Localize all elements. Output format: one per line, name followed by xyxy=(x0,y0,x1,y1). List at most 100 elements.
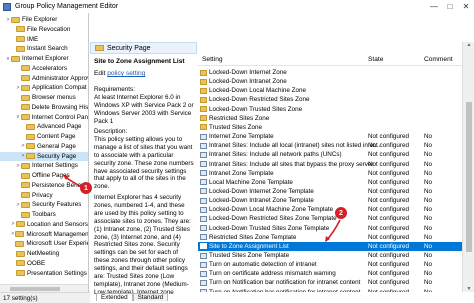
setting-state: Not configured xyxy=(368,270,409,278)
tree-item[interactable]: v Internet Explorer xyxy=(0,54,88,63)
setting-comment: No xyxy=(424,270,433,278)
list-item[interactable]: Turn on automatic detection of intranet N… xyxy=(198,260,462,269)
list-item[interactable]: Locked-Down Internet Zone Template Not co… xyxy=(198,187,462,196)
tree-item-label: Instant Search xyxy=(27,45,68,53)
folder-icon xyxy=(200,69,207,76)
list-item[interactable]: Intranet Sites: Include all network path… xyxy=(198,150,462,159)
chevron-down-icon[interactable]: v xyxy=(15,114,21,120)
policy-setting-icon xyxy=(200,252,207,259)
column-state[interactable]: State xyxy=(368,56,383,63)
list-item[interactable]: Turn on Notification bar notification fo… xyxy=(198,278,462,287)
list-item[interactable]: Internet Zone Template Not configured No xyxy=(198,132,462,141)
tree-item[interactable]: File Revocation xyxy=(0,25,88,34)
tab-standard[interactable]: Standard xyxy=(132,293,169,301)
column-setting[interactable]: Setting xyxy=(202,56,223,63)
policy-tree[interactable]: > File Explorer File Revocation IME Instant … xyxy=(0,13,89,292)
tree-item[interactable]: v Internet Control Panel xyxy=(0,113,88,122)
tree-item-label: Internet Settings xyxy=(32,162,78,170)
setting-comment: No xyxy=(424,151,433,159)
tree-item[interactable]: Microsoft User Experienc xyxy=(0,239,88,248)
column-comment[interactable]: Comment xyxy=(424,56,453,63)
close-button[interactable]: ✕ xyxy=(458,0,474,13)
tree-item[interactable]: Content Page xyxy=(0,132,88,141)
list-item[interactable]: Intranet Zone Template Not configured No xyxy=(198,169,462,178)
tree-item[interactable]: > General Page xyxy=(0,142,88,151)
setting-name: Locked-Down Trusted Sites Zone xyxy=(209,105,303,113)
folder-icon xyxy=(15,231,25,237)
maximize-button[interactable]: □ xyxy=(442,0,458,13)
list-item[interactable]: Locked-Down Local Machine Zone Template N… xyxy=(198,205,462,214)
setting-name: Locked-Down Restricted Sites Zone Templa… xyxy=(209,215,337,223)
policy-setting-icon xyxy=(200,270,207,277)
scroll-up-icon[interactable]: ▲ xyxy=(463,42,474,48)
list-item[interactable]: Trusted Sites Zone xyxy=(198,123,462,132)
tree-item[interactable]: Administrator Approv xyxy=(0,74,88,83)
tree-item[interactable]: > Security Features xyxy=(0,200,88,209)
list-item[interactable]: Restricted Sites Zone xyxy=(198,114,462,123)
minimize-button[interactable]: — xyxy=(426,0,442,13)
list-item[interactable]: Locked-Down Local Machine Zone xyxy=(198,86,462,95)
folder-icon xyxy=(20,104,30,111)
tree-item-label: Toolbars xyxy=(32,211,56,218)
tree-item[interactable]: >Microsoft Management C xyxy=(0,230,88,239)
folder-icon xyxy=(21,65,30,72)
tree-horizontal-scrollbar[interactable] xyxy=(0,284,88,292)
folder-icon xyxy=(21,94,30,101)
list-item[interactable]: Locked-Down Intranet Zone Template Not co… xyxy=(198,196,462,205)
tree-item[interactable]: > Internet Settings xyxy=(0,161,88,170)
list-item[interactable]: Locked-Down Restricted Sites Zone xyxy=(198,95,462,104)
scroll-thumb[interactable] xyxy=(466,102,472,252)
setting-comment: No xyxy=(424,178,433,186)
tree-item[interactable]: > Security Page xyxy=(0,151,88,161)
folder-icon xyxy=(16,270,25,276)
tree-item[interactable]: IME xyxy=(0,35,88,44)
setting-name: Intranet Sites: Include all network path… xyxy=(209,151,342,159)
description-text-continued: Internet Explorer has 4 security zones, … xyxy=(94,194,191,296)
folder-icon xyxy=(200,115,207,122)
tree-item[interactable]: Accelerators xyxy=(0,64,88,73)
list-header: Setting State Comment xyxy=(198,54,462,66)
policy-setting-icon xyxy=(200,215,207,222)
tree-item[interactable]: Instant Search xyxy=(0,44,88,53)
list-vertical-scrollbar[interactable]: ▲ ▼ xyxy=(462,42,474,292)
tree-item[interactable]: > Application Compat xyxy=(0,83,88,92)
folder-icon xyxy=(200,124,207,131)
tree-item[interactable]: Toolbars xyxy=(0,210,88,219)
setting-state: Not configured xyxy=(368,197,409,205)
tree-item[interactable]: Presentation Settings xyxy=(0,269,88,278)
list-item[interactable]: Intranet Sites: Include all sites that b… xyxy=(198,160,462,169)
tree-item[interactable]: NetMeeting xyxy=(0,249,88,258)
list-item[interactable]: Intranet Sites: Include all local (intra… xyxy=(198,141,462,150)
list-item[interactable]: Locked-Down Intranet Zone xyxy=(198,77,462,86)
list-item[interactable]: Turn on certificate address mismatch war… xyxy=(198,269,462,278)
tree-item[interactable]: > File Explorer xyxy=(0,15,88,24)
list-item[interactable]: Locked-Down Trusted Sites Zone Template N… xyxy=(198,224,462,233)
list-item[interactable]: Locked-Down Trusted Sites Zone xyxy=(198,105,462,114)
settings-list[interactable]: Setting State Comment Locked-Down Intern… xyxy=(198,42,462,292)
tree-item[interactable]: Persistence Behavior xyxy=(0,181,88,190)
tree-item[interactable]: Browser menus xyxy=(0,93,88,102)
tree-item-label: NetMeeting xyxy=(27,250,60,257)
tree-item[interactable]: > Location and Sensors xyxy=(0,220,88,229)
tree-item[interactable]: Delete Browsing Histo xyxy=(0,103,88,112)
edit-policy-link[interactable]: policy setting xyxy=(107,70,145,77)
list-item[interactable]: Restricted Sites Zone Template Not config… xyxy=(198,233,462,242)
window-title: Group Policy Management Editor xyxy=(15,3,119,10)
folder-icon xyxy=(200,96,207,103)
tree-item[interactable]: Advanced Page xyxy=(0,122,88,131)
list-item[interactable]: Locked-Down Internet Zone xyxy=(198,68,462,77)
setting-name: Locked-Down Local Machine Zone Template xyxy=(209,206,334,214)
policy-setting-icon xyxy=(200,161,207,167)
scroll-thumb[interactable] xyxy=(10,287,60,291)
setting-name: Restricted Sites Zone xyxy=(209,114,270,122)
tree-item[interactable]: OOBE xyxy=(0,259,88,268)
folder-icon xyxy=(15,240,25,247)
tree-item[interactable]: Privacy xyxy=(0,191,88,200)
list-item[interactable]: Local Machine Zone Template Not configure… xyxy=(198,178,462,187)
tree-item[interactable]: Offline Pages xyxy=(0,171,88,180)
list-item[interactable]: Trusted Sites Zone Template Not configure… xyxy=(198,251,462,260)
description-text: Description: This policy setting allows … xyxy=(94,128,194,191)
list-item[interactable]: Locked-Down Restricted Sites Zone Templa… xyxy=(198,214,462,223)
tab-extended[interactable]: Extended xyxy=(96,293,133,301)
list-item[interactable]: Site to Zone Assignment List Not configur… xyxy=(198,241,462,251)
